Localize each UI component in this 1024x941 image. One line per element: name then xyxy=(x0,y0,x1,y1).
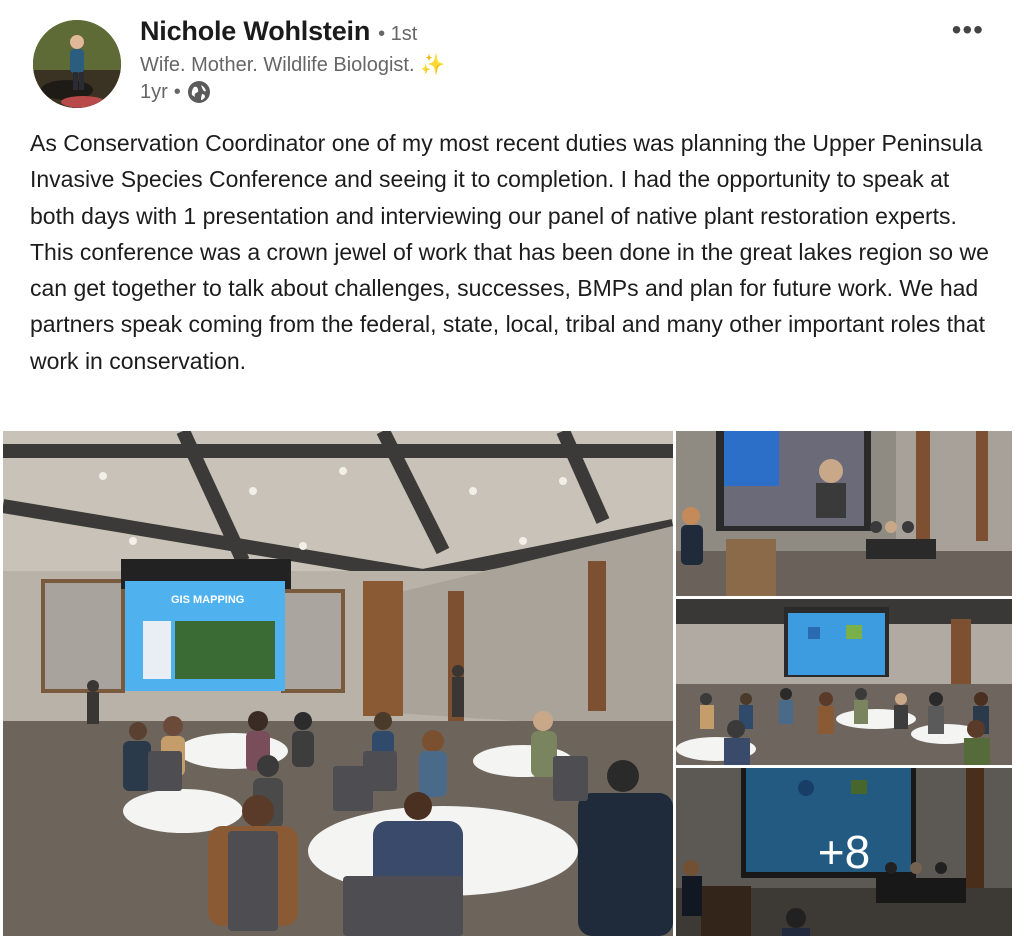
author-line: Nichole Wohlstein • 1st xyxy=(140,16,417,52)
author-name[interactable]: Nichole Wohlstein xyxy=(140,16,370,47)
connection-degree: • 1st xyxy=(378,23,418,45)
more-photos-overlay[interactable]: +8 xyxy=(676,768,1012,936)
post-photo-4[interactable]: +8 xyxy=(676,768,1012,936)
post-card: Nichole Wohlstein • 1st Wife. Mother. Wi… xyxy=(0,0,1024,941)
post-time[interactable]: 1yr xyxy=(140,81,168,104)
author-headline: Wife. Mother. Wildlife Biologist. ✨ xyxy=(140,52,445,77)
sparkles-icon: ✨ xyxy=(420,54,445,76)
avatar-photo xyxy=(33,20,121,108)
more-photos-count: +8 xyxy=(817,826,871,878)
post-photo-3[interactable] xyxy=(676,599,1012,765)
headline-text: Wife. Mother. Wildlife Biologist. xyxy=(140,54,415,76)
panel-video-photo xyxy=(676,431,1012,596)
post-meta: 1yr • xyxy=(140,80,211,104)
post-photo-main[interactable]: GIS MAPPING xyxy=(3,431,673,936)
meta-separator: • xyxy=(173,80,181,103)
globe-icon xyxy=(187,80,211,104)
author-avatar[interactable] xyxy=(33,20,121,108)
audience-photo xyxy=(676,599,1012,765)
post-menu-button[interactable]: ••• xyxy=(952,14,984,46)
screen-title: GIS MAPPING xyxy=(171,594,244,606)
post-body-text: As Conservation Coordinator one of my mo… xyxy=(30,130,989,374)
post-photo-2[interactable] xyxy=(676,431,1012,596)
conference-room-photo: GIS MAPPING xyxy=(3,431,673,936)
